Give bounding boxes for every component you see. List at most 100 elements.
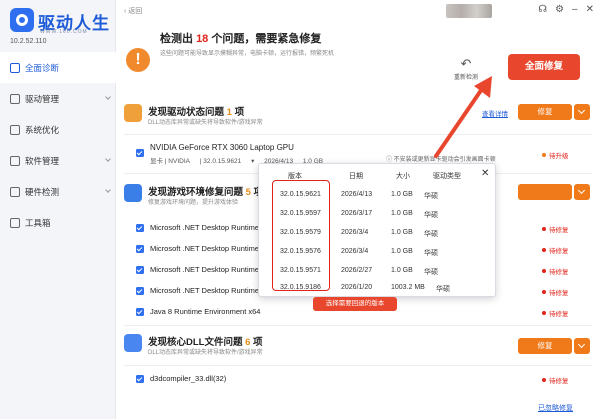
warning-icon: ! [126,48,150,72]
close-icon[interactable]: ✕ [586,4,594,15]
date-cell: 2026/3/4 [341,229,369,236]
item-name: Microsoft .NET Desktop Runtime [150,265,260,274]
item-name: Microsoft .NET Desktop Runtime [150,223,260,232]
apps-icon [10,155,20,166]
summary-title: 检测出 18 个问题，需要紧急修复 [160,30,321,46]
sidebar-item-label: 硬件检测 [25,186,60,197]
divider [124,325,592,326]
sidebar-item-label: 软件管理 [25,155,60,166]
sidebar-item-toolbox[interactable]: 工具箱 [0,207,116,238]
gpu-category: 显卡 | NVIDIA [150,158,190,165]
fix-button[interactable]: 修复 [518,338,572,354]
sidebar-item-label: 驱动管理 [25,93,60,104]
gpu-name: NVIDIA GeForce RTX 3060 Laptop GPU [150,143,294,152]
summary-title-suffix: 个问题，需要紧急修复 [211,33,322,45]
back-button[interactable]: ‹ 返回 [124,6,142,16]
divider [124,134,592,135]
monitor-icon [10,62,20,73]
date-cell: 2026/3/17 [341,210,373,217]
chevron-down-icon [105,94,111,100]
chip-icon [10,186,20,197]
window-controls: ☊ ⚙ – ✕ [538,4,594,15]
section-title: 发现核心DLL文件问题 6 项 [148,334,263,348]
chevron-down-icon [105,187,111,193]
gamepad-icon [124,184,142,202]
fix-button[interactable]: 修复 [518,104,572,120]
item-checkbox[interactable] [136,287,144,295]
back-label: 返回 [128,8,143,15]
item-checkbox[interactable] [136,224,144,232]
item-name: Java 8 Runtime Environment x64 [150,307,261,316]
type-cell: 华硕 [424,231,438,238]
type-cell: 华硕 [424,269,438,276]
type-cell: 华硕 [436,286,450,293]
top-bar: ‹ 返回 ☊ ⚙ – ✕ [116,0,600,24]
sidebar-item-label: 工具箱 [25,217,51,228]
summary-subtitle: 这些问题可能导致显示摸糊异常，电脑卡顿，运行报错，频繁死机 [160,51,335,57]
size-cell: 1.0 GB [391,191,413,198]
file-icon [124,334,142,352]
status-badge: 待修复 [542,287,569,297]
column-header: 大小 [396,173,410,180]
section-subtitle: DLL动态库异常或缺失将导致软件/游戏异常 [148,350,263,356]
size-cell: 1.0 GB [391,229,413,236]
item-checkbox[interactable] [136,308,144,316]
sidebar-item-system-optimize[interactable]: 系统优化 [0,114,116,145]
undo-icon: ↶ [460,56,472,71]
date-cell: 2026/2/27 [341,267,373,274]
sidebar-item-driver-management[interactable]: 驱动管理 [0,83,116,114]
app-version: 10.2.52.110 [10,38,47,45]
section-subtitle: 修复游戏环境问题，提升游戏体验 [148,200,239,206]
version-highlight-box [272,180,330,291]
fix-all-button[interactable]: 全面修复 [508,54,580,80]
logo-icon [10,8,34,32]
sidebar-item-full-diagnosis[interactable]: 全面诊断 [0,52,116,83]
item-checkbox[interactable] [136,375,144,383]
headset-icon[interactable]: ☊ [538,4,547,15]
item-name: Microsoft .NET Desktop Runtime [150,244,260,253]
sidebar-item-software-management[interactable]: 软件管理 [0,145,116,176]
section-subtitle: DLL动态库异常或缺失将导致软件/游戏异常 [148,120,263,126]
date-cell: 2026/4/13 [341,191,373,198]
issue-count: 18 [196,33,209,45]
fix-button[interactable] [518,184,572,200]
gpu-checkbox[interactable] [136,149,144,157]
status-badge: 待升级 [542,150,569,160]
sidebar-item-label: 系统优化 [25,124,60,135]
status-badge: 待修复 [542,245,569,255]
divider [124,365,592,366]
chevron-down-icon [105,156,111,162]
toolbox-icon [10,217,20,228]
gpu-version: | 32.0.15.9621 [199,158,242,165]
summary-panel: ! 检测出 18 个问题，需要紧急修复 这些问题可能导致显示摸糊异常，电脑卡顿，… [124,30,592,86]
annotation-arrow-icon [434,76,492,158]
date-cell: 2026/1/20 [341,284,373,291]
ignored-fixes-link[interactable]: 已忽略修复 [538,403,573,413]
status-badge: 待修复 [542,308,569,318]
chevron-down-icon[interactable] [574,338,590,354]
minimize-icon[interactable]: – [572,4,578,15]
item-checkbox[interactable] [136,245,144,253]
close-icon[interactable]: ✕ [481,168,489,179]
size-cell: 1.0 GB [391,248,413,255]
gear-icon[interactable]: ⚙ [555,4,564,15]
section-title: 发现驱动状态问题 1 项 [148,104,244,118]
sidebar-nav: 全面诊断 驱动管理 系统优化 软件管理 硬件检测 工具箱 [0,52,116,238]
summary-title-prefix: 检测出 [160,33,193,45]
item-checkbox[interactable] [136,266,144,274]
sidebar-item-hardware-detect[interactable]: 硬件检测 [0,176,116,207]
size-cell: 1003.2 MB [391,284,425,291]
sidebar-item-label: 全面诊断 [25,62,60,73]
size-cell: 1.0 GB [391,210,413,217]
status-badge: 待修复 [542,266,569,276]
user-avatar[interactable] [446,4,492,18]
type-cell: 华硕 [424,250,438,257]
chevron-down-icon[interactable] [574,104,590,120]
column-header: 驱动类型 [433,173,461,180]
app-url: WWW.160.COM [40,29,88,35]
chevron-down-icon[interactable]: ▾ [251,158,254,165]
chevron-down-icon[interactable] [574,184,590,200]
list-item[interactable]: d3dcompiler_33.dll(32) 待修复 [124,372,592,386]
gear-icon [124,104,142,122]
date-cell: 2026/3/4 [341,248,369,255]
